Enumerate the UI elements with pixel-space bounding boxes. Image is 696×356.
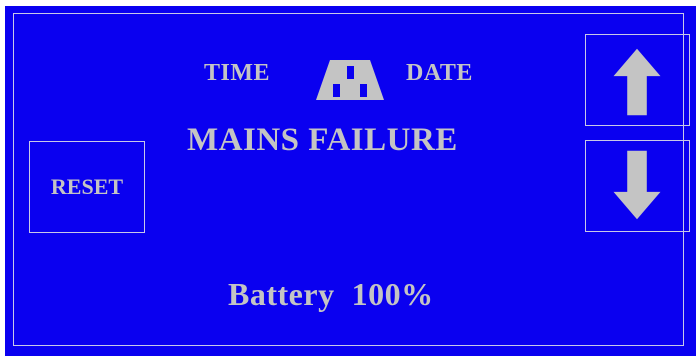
scroll-up-button[interactable]	[585, 34, 690, 126]
display-screen: TIME DATE MAINS FAILURE RESET Battery 10…	[0, 0, 696, 356]
time-label: TIME	[204, 60, 271, 86]
scroll-down-button[interactable]	[585, 140, 690, 232]
date-label: DATE	[406, 60, 473, 86]
battery-status: Battery 100%	[228, 276, 434, 313]
arrow-up-icon	[613, 48, 661, 116]
mains-plug-icon	[316, 60, 384, 100]
battery-level: 100%	[351, 276, 434, 312]
reset-button[interactable]: RESET	[29, 141, 145, 233]
reset-button-label: RESET	[50, 174, 124, 199]
alarm-title: MAINS FAILURE	[187, 122, 458, 158]
battery-label: Battery	[228, 276, 335, 312]
status-panel: TIME DATE MAINS FAILURE RESET Battery 10…	[5, 6, 696, 356]
arrow-down-icon	[613, 150, 661, 220]
